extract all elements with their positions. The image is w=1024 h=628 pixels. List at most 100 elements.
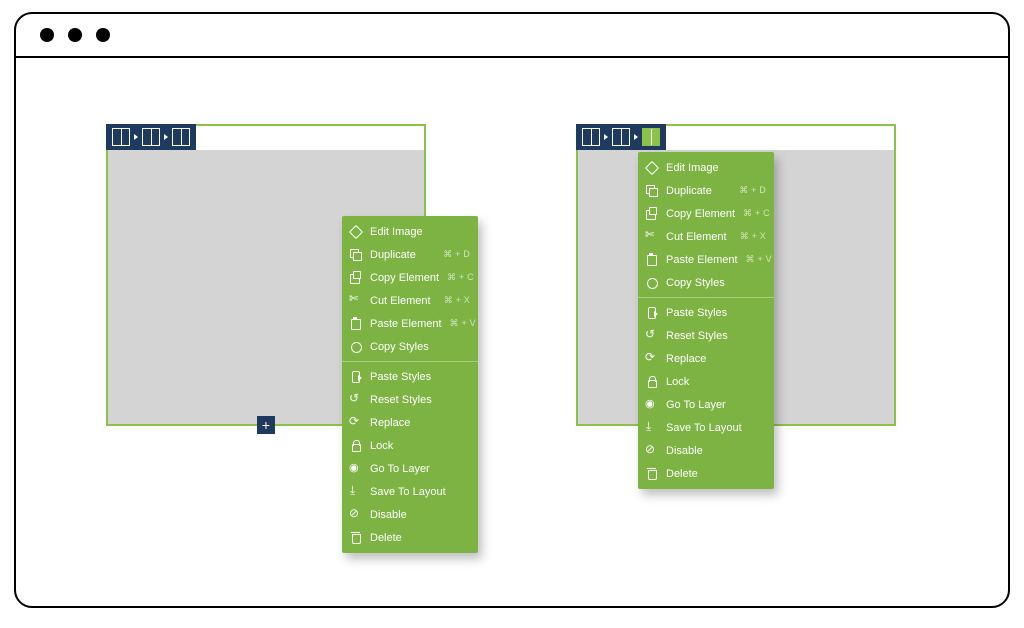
menu-item-label: Replace: [666, 353, 766, 365]
menu-item-shortcut: ⌘ + V: [746, 254, 772, 265]
paste-element-icon: [350, 318, 362, 330]
window-dot: [96, 28, 110, 42]
breadcrumb-section-icon[interactable]: [112, 128, 130, 146]
menu-item-paste-element[interactable]: Paste Element ⌘ + V: [342, 312, 478, 335]
menu-item-label: Paste Styles: [666, 307, 766, 319]
menu-separator: [638, 297, 774, 298]
browser-window: + Edit Image Duplicate ⌘ + D Copy Element ⌘ …: [14, 12, 1010, 608]
breadcrumb-column-icon[interactable]: [172, 128, 190, 146]
menu-item-go-to-layer[interactable]: Go To Layer: [342, 457, 478, 480]
replace-icon: [646, 353, 658, 365]
reset-styles-icon: [646, 330, 658, 342]
menu-item-edit-image[interactable]: Edit Image: [342, 220, 478, 243]
menu-item-reset-styles[interactable]: Reset Styles: [342, 388, 478, 411]
menu-item-disable[interactable]: Disable: [342, 503, 478, 526]
menu-item-edit-image[interactable]: Edit Image: [638, 156, 774, 179]
paste-styles-icon: [350, 371, 362, 383]
duplicate-icon: [646, 185, 658, 197]
menu-item-copy-element[interactable]: Copy Element ⌘ + C: [342, 266, 478, 289]
save-to-layout-icon: [646, 422, 658, 434]
delete-icon: [350, 532, 362, 544]
window-dot: [68, 28, 82, 42]
breadcrumb-column-icon[interactable]: [642, 128, 660, 146]
menu-item-shortcut: ⌘ + D: [443, 249, 470, 260]
menu-item-label: Copy Styles: [370, 341, 470, 353]
menu-item-label: Go To Layer: [370, 463, 470, 475]
menu-item-copy-styles[interactable]: Copy Styles: [638, 271, 774, 294]
breadcrumb-section-icon[interactable]: [582, 128, 600, 146]
cut-element-icon: [350, 295, 362, 307]
disable-icon: [350, 509, 362, 521]
paste-element-icon: [646, 254, 658, 266]
menu-item-label: Paste Element: [666, 254, 738, 266]
menu-item-lock[interactable]: Lock: [638, 370, 774, 393]
editor-canvas: + Edit Image Duplicate ⌘ + D Copy Element ⌘ …: [16, 58, 1008, 606]
window-titlebar: [16, 14, 1008, 58]
menu-item-shortcut: ⌘ + C: [447, 272, 474, 283]
go-to-layer-icon: [646, 399, 658, 411]
cut-element-icon: [646, 231, 658, 243]
menu-item-reset-styles[interactable]: Reset Styles: [638, 324, 774, 347]
copy-styles-icon: [350, 341, 362, 353]
menu-item-paste-element[interactable]: Paste Element ⌘ + V: [638, 248, 774, 271]
menu-item-lock[interactable]: Lock: [342, 434, 478, 457]
menu-item-delete[interactable]: Delete: [342, 526, 478, 549]
menu-item-label: Copy Styles: [666, 277, 766, 289]
add-element-button[interactable]: +: [257, 416, 275, 434]
chevron-right-icon: [164, 134, 168, 140]
menu-item-label: Save To Layout: [666, 422, 766, 434]
menu-item-replace[interactable]: Replace: [638, 347, 774, 370]
replace-icon: [350, 417, 362, 429]
copy-styles-icon: [646, 277, 658, 289]
menu-item-label: Paste Styles: [370, 371, 470, 383]
save-to-layout-icon: [350, 486, 362, 498]
breadcrumb: [106, 124, 196, 150]
menu-item-disable[interactable]: Disable: [638, 439, 774, 462]
chevron-right-icon: [604, 134, 608, 140]
menu-item-copy-styles[interactable]: Copy Styles: [342, 335, 478, 358]
menu-item-paste-styles[interactable]: Paste Styles: [638, 301, 774, 324]
lock-icon: [646, 376, 658, 388]
menu-item-paste-styles[interactable]: Paste Styles: [342, 365, 478, 388]
menu-item-delete[interactable]: Delete: [638, 462, 774, 485]
chevron-right-icon: [134, 134, 138, 140]
menu-item-label: Delete: [666, 468, 766, 480]
menu-item-duplicate[interactable]: Duplicate ⌘ + D: [342, 243, 478, 266]
breadcrumb-row-icon[interactable]: [142, 128, 160, 146]
menu-item-replace[interactable]: Replace: [342, 411, 478, 434]
menu-item-label: Cut Element: [666, 231, 732, 243]
lock-icon: [350, 440, 362, 452]
menu-item-copy-element[interactable]: Copy Element⌘ + C: [638, 202, 774, 225]
window-dot: [40, 28, 54, 42]
copy-element-icon: [350, 272, 362, 284]
menu-item-label: Reset Styles: [666, 330, 766, 342]
menu-item-cut-element[interactable]: Cut Element ⌘ + X: [638, 225, 774, 248]
menu-item-label: Reset Styles: [370, 394, 470, 406]
menu-item-cut-element[interactable]: Cut Element⌘ + X: [342, 289, 478, 312]
menu-item-label: Disable: [370, 509, 470, 521]
menu-item-label: Delete: [370, 532, 470, 544]
edit-image-icon: [646, 162, 658, 174]
menu-item-label: Save To Layout: [370, 486, 470, 498]
breadcrumb: [576, 124, 666, 150]
menu-item-go-to-layer[interactable]: Go To Layer: [638, 393, 774, 416]
menu-item-shortcut: ⌘ + D: [739, 185, 766, 196]
menu-item-label: Paste Element: [370, 318, 442, 330]
menu-item-save-to-layout[interactable]: Save To Layout: [638, 416, 774, 439]
menu-item-label: Copy Element: [370, 272, 439, 284]
menu-item-save-to-layout[interactable]: Save To Layout: [342, 480, 478, 503]
menu-item-shortcut: ⌘ + X: [740, 231, 766, 242]
menu-item-label: Replace: [370, 417, 470, 429]
menu-item-duplicate[interactable]: Duplicate⌘ + D: [638, 179, 774, 202]
menu-item-label: Copy Element: [666, 208, 735, 220]
context-menu: Edit Image Duplicate ⌘ + D Copy Element ⌘ + …: [342, 216, 478, 553]
menu-item-label: Duplicate: [370, 249, 435, 261]
duplicate-icon: [350, 249, 362, 261]
copy-element-icon: [646, 208, 658, 220]
context-menu: Edit ImageDuplicate⌘ + DCopy Element⌘ + …: [638, 152, 774, 489]
breadcrumb-row-icon[interactable]: [612, 128, 630, 146]
menu-item-label: Go To Layer: [666, 399, 766, 411]
reset-styles-icon: [350, 394, 362, 406]
menu-item-shortcut: ⌘ + V: [450, 318, 476, 329]
menu-separator: [342, 361, 478, 362]
